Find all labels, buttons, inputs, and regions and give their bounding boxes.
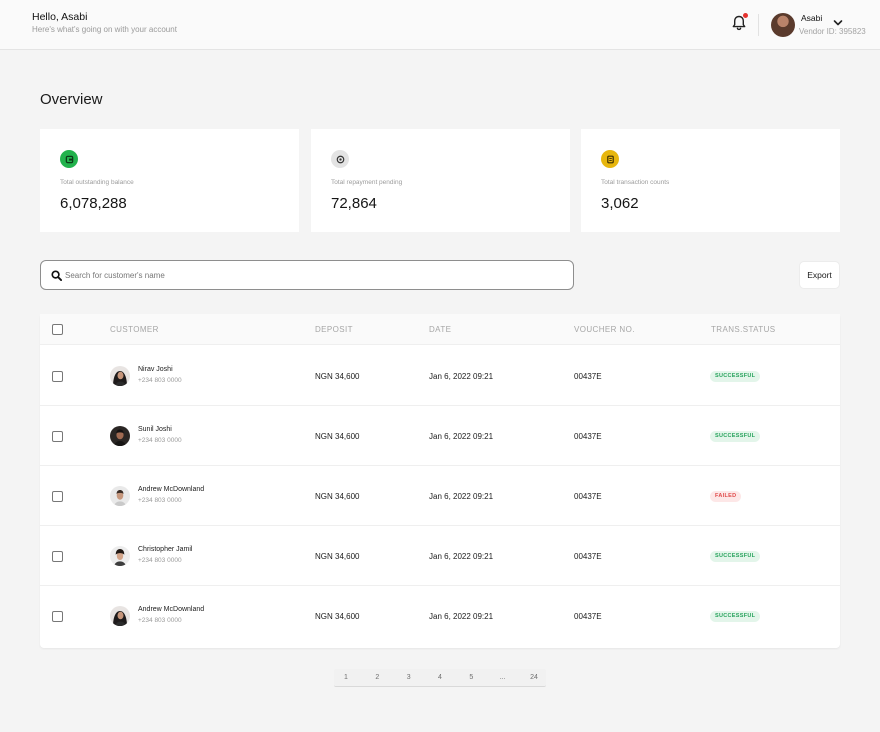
search-input[interactable] — [65, 261, 565, 289]
customer-name: Christopher Jamil — [138, 546, 193, 553]
voucher-cell: 00437E — [574, 432, 602, 441]
pending-icon — [331, 150, 349, 168]
search-box[interactable] — [40, 260, 574, 290]
customer-avatar — [110, 366, 130, 386]
stat-card-transaction-counts: Total transaction counts 3,062 — [581, 129, 840, 232]
date-cell: Jan 6, 2022 09:21 — [429, 432, 494, 441]
stat-card-repayment-pending: Total repayment pending 72,864 — [311, 129, 570, 232]
deposit-cell: NGN 34,600 — [315, 612, 360, 621]
deposit-cell: NGN 34,600 — [315, 492, 360, 501]
stat-label: Total outstanding balance — [60, 179, 134, 186]
customer-phone: +234 803 0000 — [138, 617, 182, 624]
stat-label: Total repayment pending — [331, 179, 403, 186]
voucher-cell: 00437E — [574, 612, 602, 621]
stat-value: 6,078,288 — [60, 195, 127, 212]
customer-avatar — [110, 486, 130, 506]
voucher-cell: 00437E — [574, 372, 602, 381]
vendor-id: Vendor ID: 395823 — [799, 27, 866, 36]
page-ellipsis: ... — [499, 674, 506, 681]
table-row[interactable]: Andrew McDownland +234 803 0000 NGN 34,6… — [40, 466, 840, 526]
column-header-voucher: VOUCHER NO. — [574, 325, 635, 334]
row-checkbox[interactable] — [52, 491, 63, 502]
table-header: CUSTOMER DEPOSIT DATE VOUCHER NO. TRANS.… — [40, 314, 840, 345]
customer-phone: +234 803 0000 — [138, 437, 182, 444]
table-row[interactable]: Sunil Joshi +234 803 0000 NGN 34,600 Jan… — [40, 406, 840, 466]
deposit-cell: NGN 34,600 — [315, 432, 360, 441]
user-avatar[interactable] — [771, 13, 795, 37]
customer-avatar — [110, 426, 130, 446]
table-row[interactable]: Andrew McDownland +234 803 0000 NGN 34,6… — [40, 586, 840, 646]
row-checkbox[interactable] — [52, 551, 63, 562]
search-icon — [51, 270, 62, 281]
status-badge: SUCCESSFUL — [710, 551, 761, 562]
select-all-checkbox[interactable] — [52, 324, 63, 335]
stat-value: 72,864 — [331, 195, 377, 212]
table-row[interactable]: Christopher Jamil +234 803 0000 NGN 34,6… — [40, 526, 840, 586]
receipt-icon — [601, 150, 619, 168]
header-divider — [758, 14, 759, 36]
customer-name: Nirav Joshi — [138, 366, 173, 373]
customer-phone: +234 803 0000 — [138, 557, 182, 564]
greeting: Hello, Asabi — [32, 11, 88, 23]
export-button[interactable]: Export — [799, 261, 840, 289]
top-bar: Hello, Asabi Here's what's going on with… — [0, 0, 880, 50]
status-badge: SUCCESSFUL — [710, 371, 761, 382]
status-badge: FAILED — [710, 491, 742, 502]
customer-avatar — [110, 606, 130, 626]
voucher-cell: 00437E — [574, 492, 602, 501]
chevron-down-icon[interactable] — [833, 14, 843, 26]
user-name: Asabi — [801, 13, 823, 23]
page-4[interactable]: 4 — [433, 674, 447, 681]
page-24[interactable]: 24 — [527, 674, 541, 681]
voucher-cell: 00437E — [574, 552, 602, 561]
column-header-customer: CUSTOMER — [110, 325, 159, 334]
date-cell: Jan 6, 2022 09:21 — [429, 492, 494, 501]
transactions-table: CUSTOMER DEPOSIT DATE VOUCHER NO. TRANS.… — [40, 314, 840, 648]
status-badge: SUCCESSFUL — [710, 431, 761, 442]
wallet-icon — [60, 150, 78, 168]
column-header-status: TRANS.STATUS — [711, 325, 776, 334]
row-checkbox[interactable] — [52, 611, 63, 622]
customer-avatar — [110, 546, 130, 566]
date-cell: Jan 6, 2022 09:21 — [429, 372, 494, 381]
deposit-cell: NGN 34,600 — [315, 372, 360, 381]
row-checkbox[interactable] — [52, 371, 63, 382]
page-title: Overview — [40, 91, 103, 108]
page-1[interactable]: 1 — [339, 674, 353, 681]
customer-name: Andrew McDownland — [138, 606, 205, 613]
customer-name: Sunil Joshi — [138, 426, 172, 433]
column-header-deposit: DEPOSIT — [315, 325, 353, 334]
stat-label: Total transaction counts — [601, 179, 670, 186]
page-3[interactable]: 3 — [402, 674, 416, 681]
date-cell: Jan 6, 2022 09:21 — [429, 552, 494, 561]
page-5[interactable]: 5 — [464, 674, 478, 681]
customer-name: Andrew McDownland — [138, 486, 205, 493]
table-row[interactable]: Nirav Joshi +234 803 0000 NGN 34,600 Jan… — [40, 346, 840, 406]
deposit-cell: NGN 34,600 — [315, 552, 360, 561]
date-cell: Jan 6, 2022 09:21 — [429, 612, 494, 621]
notification-dot — [743, 13, 748, 18]
pagination: 1 2 3 4 5 ... 24 — [334, 669, 546, 687]
page-2[interactable]: 2 — [370, 674, 384, 681]
greeting-subtitle: Here's what's going on with your account — [32, 25, 177, 34]
customer-phone: +234 803 0000 — [138, 377, 182, 384]
column-header-date: DATE — [429, 325, 452, 334]
status-badge: SUCCESSFUL — [710, 611, 761, 622]
row-checkbox[interactable] — [52, 431, 63, 442]
stat-value: 3,062 — [601, 195, 639, 212]
stat-card-outstanding-balance: Total outstanding balance 6,078,288 — [40, 129, 299, 232]
customer-phone: +234 803 0000 — [138, 497, 182, 504]
